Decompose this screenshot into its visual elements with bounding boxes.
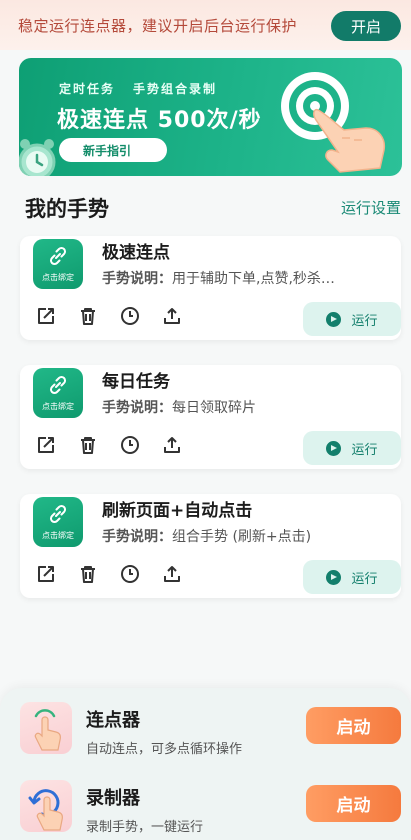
auto-clicker-tool[interactable]: 连点器 自动连点，可多点循环操作 启动	[20, 702, 411, 762]
link-icon	[49, 246, 67, 266]
recorder-desc: 录制手势，一键运行	[86, 820, 204, 835]
recorder-title: 录制器	[86, 788, 140, 809]
run-label: 运行	[351, 571, 378, 587]
tools-panel: 连点器 自动连点，可多点循环操作 启动 录制器 录制手势，一键运行 启动	[0, 688, 411, 840]
banner-subtitle-timed-task: 定时任务	[59, 82, 116, 96]
description-prefix: 手势说明：	[102, 271, 172, 287]
run-settings-link[interactable]: 运行设置	[341, 197, 401, 218]
gesture-card[interactable]: 点击绑定 刷新页面+自动点击 手势说明：组合手势 (刷新+点击) 运行	[20, 494, 401, 598]
auto-clicker-desc: 自动连点，可多点循环操作	[86, 742, 243, 757]
target-tap-icon	[281, 72, 386, 173]
description-prefix: 手势说明：	[102, 400, 172, 416]
banner-title: 极速连点 500次/秒	[57, 108, 262, 133]
start-auto-clicker-button[interactable]: 启动	[306, 707, 401, 744]
run-button[interactable]: 运行	[303, 302, 401, 336]
gesture-description: 手势说明：用于辅助下单,点赞,秒杀…	[102, 268, 392, 288]
gesture-card[interactable]: 点击绑定 每日任务 手势说明：每日领取碎片 运行	[20, 365, 401, 469]
share-icon[interactable]	[160, 562, 184, 586]
tap-finger-icon	[20, 702, 72, 754]
background-protection-notice: 稳定运行连点器，建议开启后台运行保护 开启	[0, 0, 411, 50]
recorder-tool[interactable]: 录制器 录制手势，一键运行 启动	[20, 780, 411, 840]
gesture-description: 手势说明：组合手势 (刷新+点击)	[102, 526, 392, 546]
trash-icon[interactable]	[76, 562, 100, 586]
alarm-clock-icon	[19, 139, 56, 176]
run-button[interactable]: 运行	[303, 560, 401, 594]
gesture-title: 极速连点	[102, 243, 170, 263]
gesture-card[interactable]: 点击绑定 极速连点 手势说明：用于辅助下单,点赞,秒杀… 运行	[20, 236, 401, 340]
start-recorder-button[interactable]: 启动	[306, 785, 401, 822]
run-label: 运行	[351, 313, 378, 329]
click-bind-icon[interactable]: 点击绑定	[33, 239, 83, 289]
promo-banner[interactable]: 定时任务 手势组合录制 极速连点 500次/秒 新手指引	[19, 58, 402, 176]
clock-icon[interactable]	[118, 433, 142, 457]
description-prefix: 手势说明：	[102, 529, 172, 545]
banner-subtitle-gesture-record: 手势组合录制	[133, 82, 218, 96]
click-bind-label: 点击绑定	[42, 531, 74, 540]
play-icon	[326, 311, 342, 327]
click-bind-icon[interactable]: 点击绑定	[33, 368, 83, 418]
clock-icon[interactable]	[118, 562, 142, 586]
edit-icon[interactable]	[34, 304, 58, 328]
edit-icon[interactable]	[34, 433, 58, 457]
run-label: 运行	[351, 442, 378, 458]
click-bind-label: 点击绑定	[42, 402, 74, 411]
banner-subtitle: 定时任务 手势组合录制	[59, 80, 235, 97]
gesture-title: 刷新页面+自动点击	[102, 501, 253, 521]
description-text: 组合手势 (刷新+点击)	[172, 529, 312, 545]
description-text: 用于辅助下单,点赞,秒杀…	[172, 271, 335, 287]
run-button[interactable]: 运行	[303, 431, 401, 465]
my-gestures-title: 我的手势	[25, 197, 109, 221]
link-icon	[49, 504, 67, 524]
share-icon[interactable]	[160, 433, 184, 457]
link-icon	[49, 375, 67, 395]
gesture-title: 每日任务	[102, 372, 170, 392]
gesture-tools	[34, 562, 184, 586]
share-icon[interactable]	[160, 304, 184, 328]
clock-icon[interactable]	[118, 304, 142, 328]
gesture-tools	[34, 304, 184, 328]
trash-icon[interactable]	[76, 304, 100, 328]
record-finger-icon	[20, 780, 72, 832]
auto-clicker-title: 连点器	[86, 710, 140, 731]
click-bind-icon[interactable]: 点击绑定	[33, 497, 83, 547]
notice-text: 稳定运行连点器，建议开启后台运行保护	[18, 16, 298, 35]
click-bind-label: 点击绑定	[42, 273, 74, 282]
beginner-guide-button[interactable]: 新手指引	[59, 138, 167, 162]
enable-protection-button[interactable]: 开启	[331, 11, 401, 41]
description-text: 每日领取碎片	[172, 400, 256, 416]
gesture-description: 手势说明：每日领取碎片	[102, 397, 392, 417]
gesture-tools	[34, 433, 184, 457]
play-icon	[326, 440, 342, 456]
edit-icon[interactable]	[34, 562, 58, 586]
play-icon	[326, 569, 342, 585]
trash-icon[interactable]	[76, 433, 100, 457]
